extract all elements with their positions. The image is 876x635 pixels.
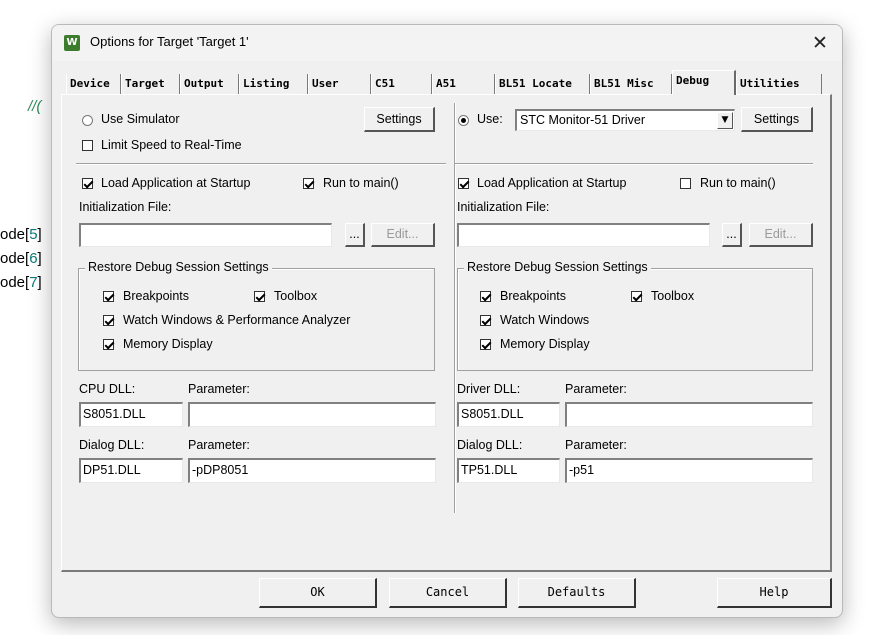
background-code-line: ode[5] bbox=[0, 226, 42, 243]
tab-strip: Device Target Output Listing User C51 A5… bbox=[66, 70, 842, 95]
left-browse-button[interactable]: ... bbox=[345, 223, 365, 247]
tab-bl51-locate[interactable]: BL51 Locate bbox=[495, 74, 590, 94]
tab-listing[interactable]: Listing bbox=[239, 74, 308, 94]
left-init-file-label: Initialization File: bbox=[79, 200, 172, 214]
left-dialog-param-label: Parameter: bbox=[188, 438, 250, 452]
background-code-line: ode[6] bbox=[0, 250, 42, 267]
ok-button[interactable]: OK bbox=[259, 578, 377, 608]
cpu-param-label: Parameter: bbox=[188, 382, 250, 396]
app-icon: W bbox=[64, 35, 80, 51]
tab-output[interactable]: Output bbox=[180, 74, 239, 94]
tab-c51[interactable]: C51 bbox=[371, 74, 432, 94]
left-load-app-checkbox[interactable] bbox=[82, 178, 93, 189]
use-driver-radio[interactable] bbox=[458, 115, 469, 126]
tab-device[interactable]: Device bbox=[66, 74, 121, 94]
left-memory-display-checkbox[interactable] bbox=[103, 339, 114, 350]
limit-speed-label: Limit Speed to Real-Time bbox=[101, 138, 242, 152]
left-dialog-param-input[interactable]: -pDP8051 bbox=[188, 458, 436, 483]
left-restore-group-title: Restore Debug Session Settings bbox=[85, 260, 272, 274]
right-watch-windows-label: Watch Windows bbox=[500, 313, 590, 327]
left-toolbox-label: Toolbox bbox=[274, 289, 318, 303]
left-load-app-label: Load Application at Startup bbox=[101, 176, 251, 190]
left-dialog-dll-label: Dialog DLL: bbox=[79, 438, 145, 452]
debug-panel: Use Simulator Settings Limit Speed to Re… bbox=[61, 94, 832, 572]
separator bbox=[455, 163, 813, 165]
left-edit-button[interactable]: Edit... bbox=[371, 223, 435, 247]
driver-dll-input[interactable]: S8051.DLL bbox=[457, 402, 560, 427]
chevron-down-icon[interactable]: ▼ bbox=[717, 112, 733, 129]
title-bar[interactable]: W Options for Target 'Target 1' ✕ bbox=[52, 25, 842, 61]
cancel-button[interactable]: Cancel bbox=[389, 578, 507, 608]
close-button[interactable]: ✕ bbox=[798, 25, 842, 61]
use-driver-label: Use: bbox=[477, 112, 503, 126]
right-dialog-dll-label: Dialog DLL: bbox=[457, 438, 523, 452]
right-browse-button[interactable]: ... bbox=[722, 223, 742, 247]
left-dialog-dll-input[interactable]: DP51.DLL bbox=[79, 458, 183, 483]
left-breakpoints-checkbox[interactable] bbox=[103, 291, 114, 302]
left-init-file-input[interactable] bbox=[79, 223, 332, 247]
help-button[interactable]: Help bbox=[717, 578, 832, 608]
options-dialog: W Options for Target 'Target 1' ✕ Device… bbox=[51, 24, 843, 618]
simulator-settings-button[interactable]: Settings bbox=[364, 107, 435, 132]
driver-param-input[interactable] bbox=[565, 402, 813, 427]
close-icon: ✕ bbox=[812, 32, 828, 54]
left-run-to-main-checkbox[interactable] bbox=[303, 178, 314, 189]
window-title: Options for Target 'Target 1' bbox=[90, 34, 249, 49]
right-run-to-main-label: Run to main() bbox=[700, 176, 776, 190]
tab-bl51-misc[interactable]: BL51 Misc bbox=[590, 74, 672, 94]
right-init-file-input[interactable] bbox=[457, 223, 710, 247]
cpu-dll-input[interactable]: S8051.DLL bbox=[79, 402, 183, 427]
left-toolbox-checkbox[interactable] bbox=[254, 291, 265, 302]
driver-select[interactable]: STC Monitor-51 Driver ▼ bbox=[515, 109, 735, 131]
use-simulator-label: Use Simulator bbox=[101, 112, 180, 126]
right-edit-button[interactable]: Edit... bbox=[749, 223, 813, 247]
right-restore-group-title: Restore Debug Session Settings bbox=[464, 260, 651, 274]
left-memory-display-label: Memory Display bbox=[123, 337, 213, 351]
defaults-button[interactable]: Defaults bbox=[518, 578, 636, 608]
background-code-line: ode[7] bbox=[0, 274, 42, 291]
right-watch-windows-checkbox[interactable] bbox=[480, 315, 491, 326]
right-memory-display-label: Memory Display bbox=[500, 337, 590, 351]
tab-target[interactable]: Target bbox=[121, 74, 180, 94]
left-watch-windows-checkbox[interactable] bbox=[103, 315, 114, 326]
left-watch-windows-label: Watch Windows & Performance Analyzer bbox=[123, 313, 351, 327]
right-toolbox-label: Toolbox bbox=[651, 289, 695, 303]
tab-debug[interactable]: Debug bbox=[672, 70, 736, 95]
driver-dll-label: Driver DLL: bbox=[457, 382, 521, 396]
right-breakpoints-checkbox[interactable] bbox=[480, 291, 491, 302]
driver-param-label: Parameter: bbox=[565, 382, 627, 396]
right-toolbox-checkbox[interactable] bbox=[631, 291, 642, 302]
right-dialog-dll-input[interactable]: TP51.DLL bbox=[457, 458, 560, 483]
right-load-app-checkbox[interactable] bbox=[458, 178, 469, 189]
cpu-param-input[interactable] bbox=[188, 402, 436, 427]
limit-speed-checkbox[interactable] bbox=[82, 140, 93, 151]
tab-a51[interactable]: A51 bbox=[432, 74, 495, 94]
right-run-to-main-checkbox[interactable] bbox=[680, 178, 691, 189]
separator bbox=[76, 163, 446, 165]
driver-select-value: STC Monitor-51 Driver bbox=[520, 113, 646, 127]
tab-utilities[interactable]: Utilities bbox=[736, 74, 822, 94]
tab-user[interactable]: User bbox=[308, 74, 371, 94]
right-breakpoints-label: Breakpoints bbox=[500, 289, 567, 303]
right-dialog-param-label: Parameter: bbox=[565, 438, 627, 452]
right-memory-display-checkbox[interactable] bbox=[480, 339, 491, 350]
driver-settings-button[interactable]: Settings bbox=[741, 107, 813, 132]
right-load-app-label: Load Application at Startup bbox=[477, 176, 627, 190]
background-code-comment: //( bbox=[28, 98, 42, 115]
use-simulator-radio[interactable] bbox=[82, 115, 93, 126]
right-dialog-param-input[interactable]: -p51 bbox=[565, 458, 813, 483]
left-breakpoints-label: Breakpoints bbox=[123, 289, 190, 303]
cpu-dll-label: CPU DLL: bbox=[79, 382, 136, 396]
left-run-to-main-label: Run to main() bbox=[323, 176, 399, 190]
right-init-file-label: Initialization File: bbox=[457, 200, 550, 214]
